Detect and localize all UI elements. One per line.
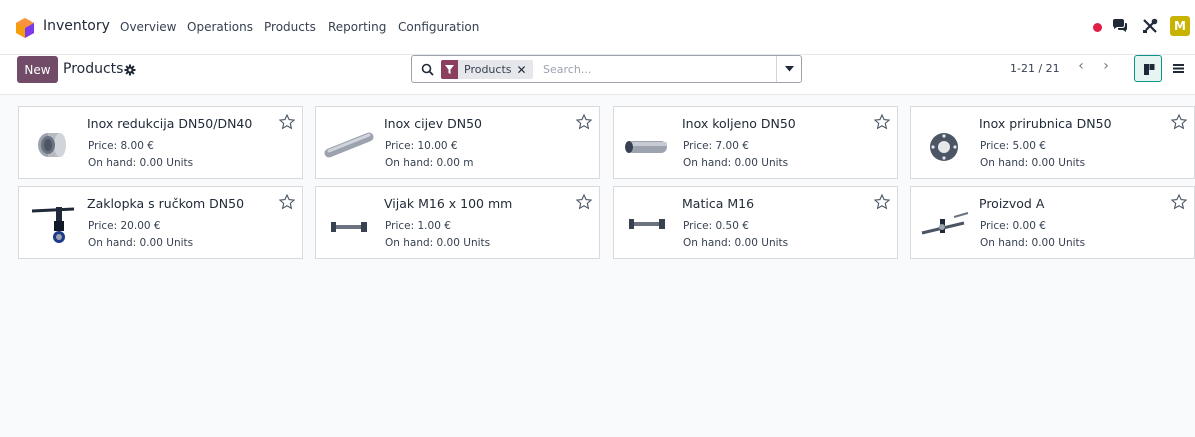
product-price: Price: 8.00 € — [88, 140, 154, 152]
product-card[interactable]: Proizvod A Price: 0.00 € On hand: 0.00 U… — [910, 186, 1195, 259]
product-card[interactable]: Inox koljeno DN50 Price: 7.00 € On hand:… — [613, 106, 898, 179]
list-view-button[interactable] — [1166, 55, 1191, 82]
product-card[interactable]: Vijak M16 x 100 mm Price: 1.00 € On hand… — [315, 186, 600, 259]
product-name: Inox prirubnica DN50 — [979, 116, 1112, 131]
nav-configuration[interactable]: Configuration — [398, 20, 479, 34]
product-name: Inox koljeno DN50 — [682, 116, 796, 131]
product-price: Price: 20.00 € — [88, 220, 161, 232]
user-avatar[interactable]: M — [1170, 16, 1190, 36]
favorite-star-icon[interactable] — [874, 114, 890, 130]
product-price: Price: 0.50 € — [683, 220, 749, 232]
nav-overview[interactable]: Overview — [120, 20, 177, 34]
product-card[interactable]: Inox prirubnica DN50 Price: 5.00 € On ha… — [910, 106, 1195, 179]
product-name: Matica M16 — [682, 196, 755, 211]
product-name: Inox cijev DN50 — [384, 116, 483, 131]
product-price: Price: 5.00 € — [980, 140, 1046, 152]
gear-icon[interactable] — [124, 64, 136, 76]
favorite-star-icon[interactable] — [576, 114, 592, 130]
new-button[interactable]: New — [17, 56, 58, 83]
favorite-star-icon[interactable] — [576, 194, 592, 210]
reducer-icon — [38, 133, 66, 157]
search-input[interactable] — [543, 59, 773, 80]
search-options-toggle[interactable] — [776, 56, 801, 82]
flange-icon — [930, 133, 958, 161]
product-name: Proizvod A — [979, 196, 1045, 211]
elbow-icon — [625, 141, 667, 153]
chat-icon[interactable] — [1112, 18, 1128, 34]
list-icon — [1173, 64, 1184, 73]
top-navbar: Inventory Overview Operations Products R… — [0, 0, 1195, 55]
product-on-hand: On hand: 0.00 m — [385, 157, 474, 169]
pager-next-button[interactable]: › — [1097, 58, 1115, 78]
caret-down-icon — [784, 66, 794, 72]
product-card[interactable]: Zaklopka s ručkom DN50 Price: 20.00 € On… — [18, 186, 303, 259]
tools-icon[interactable] — [1142, 18, 1158, 34]
favorite-star-icon[interactable] — [874, 194, 890, 210]
product-card[interactable]: Inox redukcija DN50/DN40 Price: 8.00 € O… — [18, 106, 303, 179]
product-name: Inox redukcija DN50/DN40 — [87, 116, 253, 131]
pager-value[interactable]: 1-21 / 21 — [1010, 62, 1060, 75]
pager-previous-button[interactable]: ‹ — [1072, 58, 1090, 78]
product-price: Price: 7.00 € — [683, 140, 749, 152]
search-icon[interactable] — [421, 63, 434, 76]
bolt-icon — [331, 222, 367, 232]
product-on-hand: On hand: 0.00 Units — [980, 157, 1086, 169]
product-name: Vijak M16 x 100 mm — [384, 196, 513, 211]
product-on-hand: On hand: 0.00 Units — [88, 157, 194, 169]
nav-reporting[interactable]: Reporting — [328, 20, 386, 34]
product-on-hand: On hand: 0.00 Units — [683, 157, 789, 169]
product-on-hand: On hand: 0.00 Units — [385, 237, 491, 249]
search-facet: Products ✕ — [441, 60, 533, 79]
recording-indicator-icon[interactable] — [1093, 23, 1102, 32]
assembly-icon — [921, 212, 969, 235]
product-price: Price: 1.00 € — [385, 220, 451, 232]
product-card[interactable]: Inox cijev DN50 Price: 10.00 € On hand: … — [315, 106, 600, 179]
product-on-hand: On hand: 0.00 Units — [980, 237, 1086, 249]
breadcrumb: Products — [63, 61, 124, 77]
favorite-star-icon[interactable] — [279, 114, 295, 130]
app-name[interactable]: Inventory — [43, 18, 110, 34]
kanban-icon — [1144, 64, 1155, 75]
product-price: Price: 10.00 € — [385, 140, 458, 152]
inventory-app-icon[interactable] — [16, 18, 34, 38]
product-on-hand: On hand: 0.00 Units — [88, 237, 194, 249]
control-panel: New Products Products ✕ 1-21 / 21 ‹ › — [0, 55, 1195, 95]
nav-operations[interactable]: Operations — [187, 20, 253, 34]
favorite-star-icon[interactable] — [1171, 194, 1187, 210]
kanban-view-button[interactable] — [1134, 55, 1162, 82]
favorite-star-icon[interactable] — [1171, 114, 1187, 130]
pipe-icon — [324, 132, 374, 158]
nut-icon — [629, 219, 665, 229]
valve-icon — [31, 207, 75, 243]
favorite-star-icon[interactable] — [279, 194, 295, 210]
product-price: Price: 0.00 € — [980, 220, 1046, 232]
nav-products[interactable]: Products — [264, 20, 316, 34]
filter-icon — [441, 60, 458, 79]
facet-remove-icon[interactable]: ✕ — [517, 63, 533, 77]
product-card[interactable]: Matica M16 Price: 0.50 € On hand: 0.00 U… — [613, 186, 898, 259]
search-bar: Products ✕ — [411, 55, 802, 83]
product-name: Zaklopka s ručkom DN50 — [87, 196, 245, 211]
product-on-hand: On hand: 0.00 Units — [683, 237, 789, 249]
facet-label: Products — [464, 63, 512, 76]
